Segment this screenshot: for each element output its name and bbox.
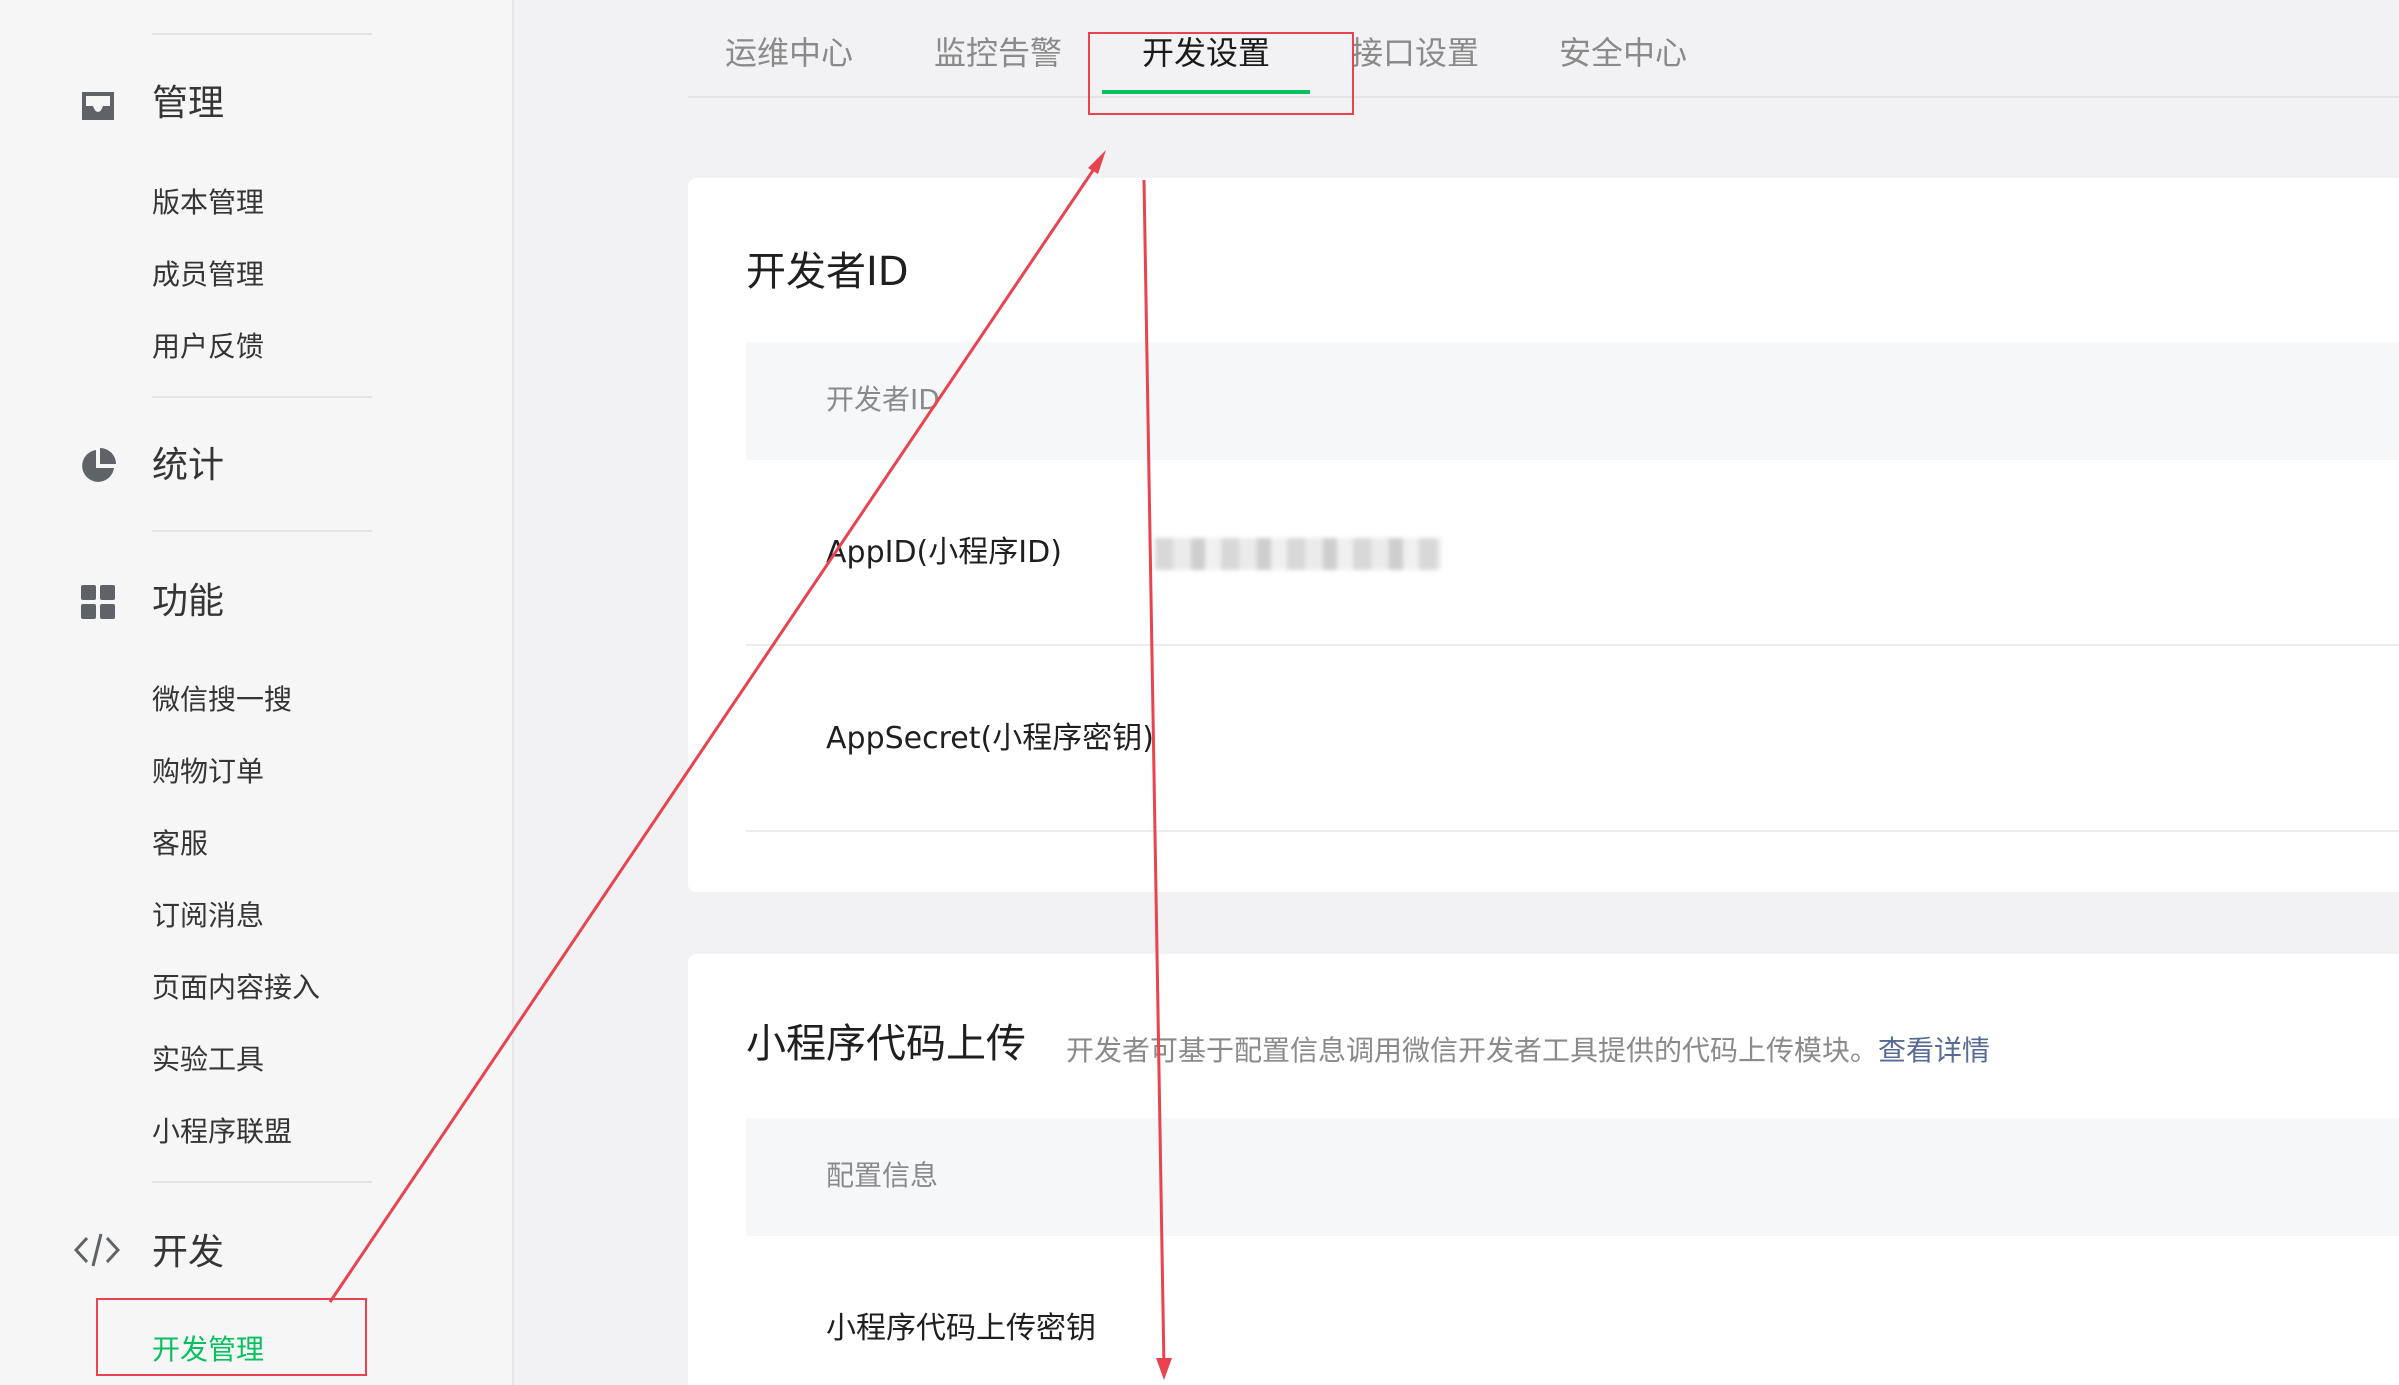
sidebar-divider <box>152 396 372 398</box>
sidebar-item-shopping-orders[interactable]: 购物订单 <box>152 755 264 789</box>
upload-key-label: 小程序代码上传密钥 <box>826 1311 1096 1346</box>
sidebar-section-stats[interactable]: 统计 <box>152 446 224 486</box>
code-upload-description-text: 开发者可基于配置信息调用微信开发者工具提供的代码上传模块。 <box>1066 1034 1879 1067</box>
code-upload-description: 开发者可基于配置信息调用微信开发者工具提供的代码上传模块。查看详情 <box>1066 1034 1990 1068</box>
sidebar-section-features[interactable]: 功能 <box>152 582 224 622</box>
pie-chart-icon <box>82 448 116 482</box>
appid-label: AppID(小程序ID) <box>826 535 1062 570</box>
sidebar-highlight-box <box>96 1298 367 1376</box>
tab-monitor-alerts[interactable]: 监控告警 <box>934 32 1062 74</box>
table-header: 配置信息 <box>746 1118 2399 1236</box>
code-icon <box>74 1233 120 1267</box>
view-details-link[interactable]: 查看详情 <box>1878 1034 1990 1067</box>
sidebar-divider <box>152 33 372 35</box>
arrow-head <box>1088 150 1106 174</box>
sidebar-section-manage[interactable]: 管理 <box>152 84 224 124</box>
tab-api-settings[interactable]: 接口设置 <box>1351 32 1479 74</box>
sidebar-item-miniprogram-alliance[interactable]: 小程序联盟 <box>152 1115 292 1149</box>
sidebar-item-wechat-search[interactable]: 微信搜一搜 <box>152 683 292 717</box>
sidebar-item-page-content[interactable]: 页面内容接入 <box>152 971 320 1005</box>
sidebar-section-develop[interactable]: 开发 <box>152 1233 224 1273</box>
tab-ops-center[interactable]: 运维中心 <box>725 32 853 74</box>
inbox-icon <box>82 92 114 120</box>
table-header-label: 开发者ID <box>826 383 940 416</box>
sidebar-item-member-manage[interactable]: 成员管理 <box>152 258 264 292</box>
row-divider <box>746 830 2399 832</box>
sidebar-item-customer-service[interactable]: 客服 <box>152 827 208 861</box>
sidebar: 管理 版本管理 成员管理 用户反馈 统计 功能 微信搜一搜 购物订单 客服 订阅… <box>0 0 514 1385</box>
sidebar-divider <box>152 1181 372 1183</box>
sidebar-item-version-manage[interactable]: 版本管理 <box>152 186 264 220</box>
row-divider <box>746 644 2399 646</box>
card-title-developer-id: 开发者ID <box>746 249 909 295</box>
code-upload-card: 小程序代码上传 开发者可基于配置信息调用微信开发者工具提供的代码上传模块。查看详… <box>688 954 2399 1385</box>
sidebar-item-experiment-tools[interactable]: 实验工具 <box>152 1043 264 1077</box>
appsecret-label: AppSecret(小程序密钥) <box>826 721 1154 756</box>
top-tabs: 运维中心 监控告警 开发设置 接口设置 安全中心 <box>688 0 2399 98</box>
table-header-label: 配置信息 <box>826 1159 939 1192</box>
developer-id-card: 开发者ID 开发者ID AppID(小程序ID) AppSecret(小程序密钥… <box>688 178 2399 892</box>
tab-highlight-box <box>1088 32 1354 115</box>
card-title-code-upload: 小程序代码上传 <box>746 1021 1026 1067</box>
tab-security-center[interactable]: 安全中心 <box>1559 32 1687 74</box>
sidebar-divider <box>152 530 372 532</box>
table-header: 开发者ID <box>746 342 2399 460</box>
sidebar-item-user-feedback[interactable]: 用户反馈 <box>152 330 264 364</box>
appid-value-redacted <box>1155 538 1441 570</box>
sidebar-item-subscribe-messages[interactable]: 订阅消息 <box>152 899 264 933</box>
grid-icon <box>81 585 115 619</box>
